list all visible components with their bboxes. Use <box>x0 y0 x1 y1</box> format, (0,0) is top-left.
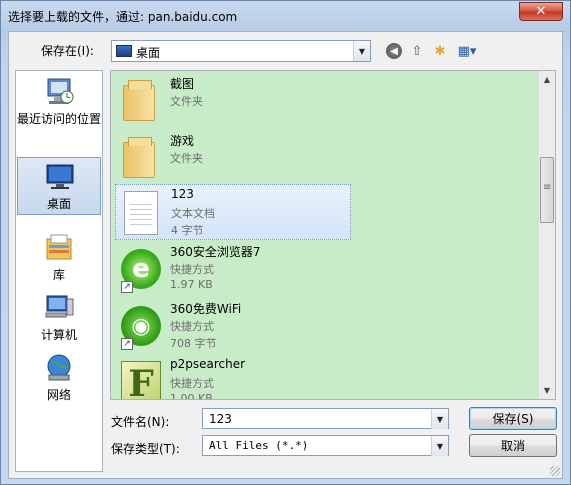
places-bar: 最近访问的位置 桌面 库 计算机 网络 <box>15 70 103 472</box>
resize-grip-icon[interactable] <box>550 466 560 476</box>
item-type: 快捷方式 <box>170 263 214 276</box>
folder-icon <box>117 134 161 182</box>
item-size: 708 字节 <box>170 337 217 350</box>
title-bar[interactable]: 选择要上载的文件，通过: pan.baidu.com ✕ <box>1 1 570 31</box>
chevron-down-icon[interactable]: ▼ <box>353 41 370 61</box>
place-recent[interactable]: 最近访问的位置 <box>17 73 101 131</box>
cancel-button[interactable]: 取消 <box>469 434 557 457</box>
item-type: 文件夹 <box>170 152 203 165</box>
place-label: 桌面 <box>46 197 71 211</box>
item-type: 文件夹 <box>170 95 203 108</box>
save-dialog-window: 选择要上载的文件，通过: pan.baidu.com ✕ 保存在(I): 桌面 … <box>0 0 571 485</box>
back-icon: ◀ <box>386 43 402 59</box>
chevron-down-icon[interactable]: ▼ <box>431 409 448 429</box>
place-label: 网络 <box>46 388 71 402</box>
file-list[interactable]: 截图 文件夹 游戏 文件夹 123 文本文档 4 字节 e ↗ 360安全浏览器… <box>110 70 556 400</box>
dialog-body: 保存在(I): 桌面 ▼ ◀ ⇧ ✱ ▦▾ 最近访问的位置 桌面 库 计算机 网… <box>8 31 563 479</box>
place-desktop[interactable]: 桌面 <box>17 157 101 215</box>
item-name: 截图 <box>170 77 195 91</box>
close-button[interactable]: ✕ <box>519 2 563 21</box>
scroll-thumb[interactable] <box>540 157 554 223</box>
up-folder-button[interactable]: ⇧ <box>407 42 427 60</box>
place-network[interactable]: 网络 <box>17 349 101 407</box>
shortcut-arrow-icon: ↗ <box>121 338 133 350</box>
views-menu-button[interactable]: ▦▾ <box>453 42 481 60</box>
list-item[interactable]: 游戏 文件夹 <box>115 130 351 186</box>
item-size: 1.97 KB <box>170 278 213 291</box>
filetype-dropdown[interactable]: All Files (*.*) ▼ <box>202 435 449 456</box>
list-item[interactable]: F p2psearcher 快捷方式 1.00 KB <box>115 355 351 400</box>
list-item[interactable]: 截图 文件夹 <box>115 73 351 129</box>
save-button[interactable]: 保存(S) <box>469 407 557 430</box>
item-name: 360免费WiFi <box>170 302 242 316</box>
filename-input[interactable]: 123 ▼ <box>202 408 449 429</box>
views-menu-icon: ▦▾ <box>457 43 477 59</box>
new-folder-icon: ✱ <box>434 43 446 59</box>
desktop-icon <box>116 45 132 57</box>
list-item-selected[interactable]: 123 文本文档 4 字节 <box>115 184 351 240</box>
item-name: p2psearcher <box>170 357 246 371</box>
chevron-down-icon[interactable]: ▼ <box>431 436 448 456</box>
place-label: 计算机 <box>40 328 77 342</box>
item-size: 4 字节 <box>171 224 204 237</box>
save-in-value: 桌面 <box>136 46 161 60</box>
desktop-icon <box>46 164 74 189</box>
text-document-icon <box>118 189 162 237</box>
place-computer[interactable]: 计算机 <box>17 289 101 347</box>
360-wifi-icon: ◉ ↗ <box>117 302 161 350</box>
item-name: 游戏 <box>170 134 195 148</box>
vertical-scrollbar[interactable]: ▲ ▼ <box>538 71 555 399</box>
back-button[interactable]: ◀ <box>384 42 404 60</box>
save-in-label: 保存在(I): <box>41 44 94 58</box>
360-browser-icon: e ↗ <box>117 245 161 293</box>
place-label: 最近访问的位置 <box>17 112 102 126</box>
item-type: 文本文档 <box>171 207 215 220</box>
filetype-label: 保存类型(T): <box>111 442 180 456</box>
up-folder-icon: ⇧ <box>411 43 423 59</box>
new-folder-button[interactable]: ✱ <box>430 42 450 60</box>
filetype-value: All Files (*.*) <box>209 439 309 452</box>
shortcut-arrow-icon: ↗ <box>121 281 133 293</box>
item-name: 360安全浏览器7 <box>170 245 261 259</box>
place-label: 库 <box>52 268 65 282</box>
scroll-down-icon[interactable]: ▼ <box>539 382 555 399</box>
filename-label: 文件名(N): <box>111 415 170 429</box>
libraries-icon <box>46 234 72 260</box>
list-item[interactable]: ◉ ↗ 360免费WiFi 快捷方式 708 字节 <box>115 298 351 354</box>
item-size: 1.00 KB <box>170 392 213 400</box>
item-type: 快捷方式 <box>170 377 214 390</box>
p2psearcher-icon: F <box>117 359 161 399</box>
item-name: 123 <box>171 187 194 201</box>
place-libraries[interactable]: 库 <box>17 229 101 287</box>
recent-places-icon <box>47 78 74 104</box>
window-title: 选择要上载的文件，通过: pan.baidu.com <box>8 10 238 24</box>
save-in-dropdown[interactable]: 桌面 ▼ <box>111 40 371 62</box>
folder-icon <box>117 77 161 125</box>
computer-icon <box>45 295 74 318</box>
filename-value: 123 <box>209 412 232 426</box>
item-type: 快捷方式 <box>170 320 214 333</box>
scroll-up-icon[interactable]: ▲ <box>539 71 555 88</box>
list-item[interactable]: e ↗ 360安全浏览器7 快捷方式 1.97 KB <box>115 241 351 297</box>
network-icon <box>47 354 71 381</box>
